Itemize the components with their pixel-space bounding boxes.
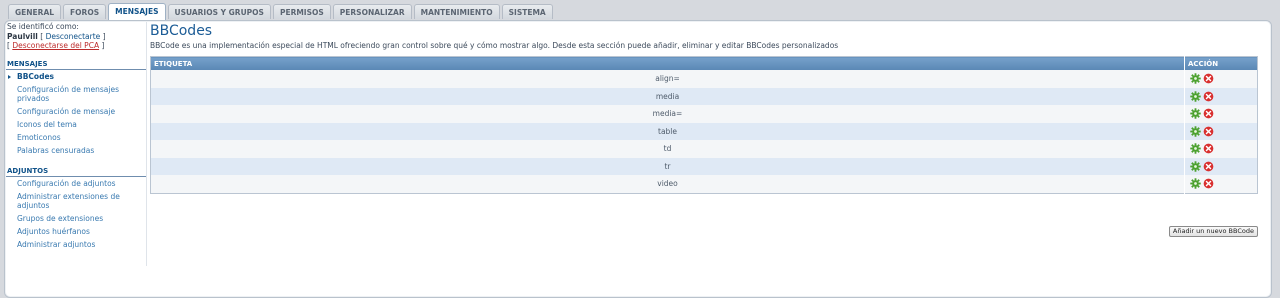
delete-icon[interactable]	[1203, 126, 1214, 137]
table-row: media=	[150, 105, 1258, 123]
row-actions	[1184, 87, 1258, 105]
bbcode-tag-label: video	[150, 175, 1185, 193]
table-row: td	[150, 140, 1258, 158]
gear-icon[interactable]	[1190, 143, 1201, 154]
tab-general[interactable]: GENERAL	[8, 4, 62, 19]
main-content: BBCodes BBCode es una implementación esp…	[150, 22, 1258, 237]
sidebar-item-bbcodes[interactable]: BBCodes	[6, 70, 146, 83]
sidebar-menu: Se identificó como: Paulvill [ Desconect…	[6, 22, 147, 266]
sidebar-item-iconos-del-tema[interactable]: Iconos del tema	[6, 118, 146, 131]
identified-label: Se identificó como:	[7, 22, 79, 31]
table-header-row: ETIQUETA ACCIÓN	[150, 56, 1258, 70]
tab-usuarios-y-grupos[interactable]: USUARIOS Y GRUPOS	[167, 4, 271, 19]
sidebar-item-config-mensajes-privados[interactable]: Configuración de mensajes privados	[6, 83, 146, 105]
sidebar-item-config-adjuntos[interactable]: Configuración de adjuntos	[6, 177, 146, 190]
sidebar-item-grupos-extensiones[interactable]: Grupos de extensiones	[6, 212, 146, 225]
gear-icon[interactable]	[1190, 161, 1201, 172]
tab-mensajes[interactable]: MENSAJES	[108, 3, 166, 21]
sidebar-section-adjuntos: ADJUNTOS	[6, 167, 146, 177]
table-row: media	[150, 87, 1258, 105]
tab-foros[interactable]: FOROS	[63, 4, 107, 19]
delete-icon[interactable]	[1203, 91, 1214, 102]
sidebar-item-administrar-extensiones[interactable]: Administrar extensiones de adjuntos	[6, 190, 146, 212]
delete-icon[interactable]	[1203, 161, 1214, 172]
delete-icon[interactable]	[1203, 73, 1214, 84]
delete-icon[interactable]	[1203, 108, 1214, 119]
bbcode-table: ETIQUETA ACCIÓN align= media media= tabl…	[150, 56, 1258, 194]
table-row: video	[150, 175, 1258, 193]
tab-mantenimiento[interactable]: MANTENIMIENTO	[413, 4, 500, 19]
column-header-accion: ACCIÓN	[1184, 56, 1258, 70]
bbcode-tag-label: media	[150, 87, 1185, 105]
page-title: BBCodes	[150, 23, 213, 39]
gear-icon[interactable]	[1190, 91, 1201, 102]
gear-icon[interactable]	[1190, 178, 1201, 189]
main-tabs: GENERAL FOROS MENSAJES USUARIOS Y GRUPOS…	[8, 3, 555, 21]
sidebar-item-palabras-censuradas[interactable]: Palabras censuradas	[6, 144, 146, 157]
row-actions	[1184, 122, 1258, 140]
tab-personalizar[interactable]: PERSONALIZAR	[332, 4, 412, 19]
bbcode-rows: align= media media= table td tr video	[150, 70, 1258, 193]
row-actions	[1184, 175, 1258, 193]
page-description: BBCode es una implementación especial de…	[150, 41, 839, 50]
delete-icon[interactable]	[1203, 143, 1214, 154]
user-info: Se identificó como: Paulvill [ Desconect…	[7, 22, 146, 51]
row-actions	[1184, 105, 1258, 123]
delete-icon[interactable]	[1203, 178, 1214, 189]
table-row: align=	[150, 70, 1258, 88]
bbcode-tag-label: td	[150, 140, 1185, 158]
gear-icon[interactable]	[1190, 108, 1201, 119]
bbcode-tag-label: align=	[150, 70, 1185, 88]
logout-acp-link[interactable]: Desconectarse del PCA	[12, 41, 99, 50]
add-bbcode-button[interactable]: Añadir un nuevo BBCode	[1168, 226, 1258, 237]
tab-permisos[interactable]: PERMISOS	[272, 4, 331, 19]
bbcode-tag-label: table	[150, 122, 1185, 140]
tab-sistema[interactable]: SISTEMA	[501, 4, 553, 19]
logout-link[interactable]: Desconectarte	[46, 32, 101, 41]
sidebar-item-emoticonos[interactable]: Emoticonos	[6, 131, 146, 144]
row-actions	[1184, 140, 1258, 158]
sidebar-section-mensajes: MENSAJES	[6, 60, 146, 70]
sidebar-item-adjuntos-huerfanos[interactable]: Adjuntos huérfanos	[6, 225, 146, 238]
sidebar-item-config-mensaje[interactable]: Configuración de mensaje	[6, 105, 146, 118]
gear-icon[interactable]	[1190, 126, 1201, 137]
column-header-etiqueta: ETIQUETA	[150, 56, 1185, 70]
row-actions	[1184, 70, 1258, 88]
bbcode-tag-label: media=	[150, 105, 1185, 123]
bbcode-tag-label: tr	[150, 157, 1185, 175]
gear-icon[interactable]	[1190, 73, 1201, 84]
row-actions	[1184, 157, 1258, 175]
table-row: table	[150, 122, 1258, 140]
username: Paulvill	[7, 31, 38, 41]
sidebar-item-administrar-adjuntos[interactable]: Administrar adjuntos	[6, 238, 146, 251]
table-row: tr	[150, 157, 1258, 175]
